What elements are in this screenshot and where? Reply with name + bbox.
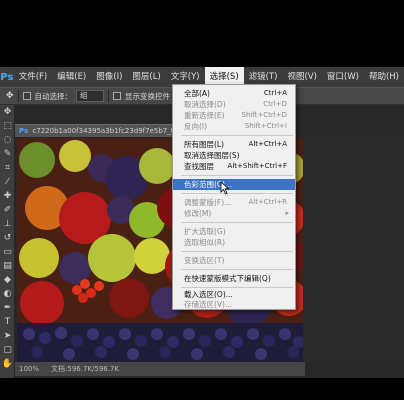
- quick-select-tool-icon[interactable]: ✎: [0, 147, 15, 161]
- path-select-tool-icon[interactable]: ➤: [0, 329, 15, 343]
- menu-item-label: 反向(I): [184, 122, 208, 131]
- menu-item-label: 选取相似(R): [184, 238, 226, 247]
- menu-item-deselect-layers[interactable]: 取消选择图层(S): [173, 150, 295, 161]
- eyedropper-tool-icon[interactable]: ⁄: [0, 175, 15, 189]
- menu-item-label: 变换选区(T): [184, 256, 225, 265]
- menu-item-shortcut: Alt+Ctrl+R: [248, 198, 287, 206]
- show-transform-checkbox[interactable]: [113, 92, 122, 100]
- dodge-tool-icon[interactable]: ◐: [0, 287, 15, 301]
- menu-item-grow[interactable]: 扩大选取(G): [173, 226, 295, 237]
- menu-file[interactable]: 文件(F): [14, 67, 53, 87]
- menu-separator: [181, 193, 293, 194]
- mouse-cursor-icon: [220, 181, 230, 195]
- crop-tool-icon[interactable]: ⌗: [0, 161, 15, 175]
- menu-item-shortcut: Alt+Shift+Ctrl+F: [227, 162, 287, 170]
- menu-item-label: 取消选择图层(S): [184, 151, 240, 160]
- auto-select-checkbox[interactable]: [22, 92, 31, 100]
- menu-item-label: 查找图层: [184, 162, 214, 171]
- menu-item-label: 载入选区(O)...: [184, 290, 233, 299]
- menu-item-label: 在快速蒙版模式下编辑(Q): [184, 274, 271, 283]
- zoom-level[interactable]: 100%: [19, 362, 39, 376]
- menu-layer[interactable]: 图层(L): [127, 67, 165, 87]
- menu-item-transform-selection[interactable]: 变换选区(T): [173, 255, 295, 266]
- menu-help[interactable]: 帮助(H): [364, 67, 404, 87]
- menu-separator: [181, 251, 293, 252]
- blur-tool-icon[interactable]: ◆: [0, 273, 15, 287]
- video-letterbox-top: [0, 0, 404, 67]
- menu-item-similar[interactable]: 选取相似(R): [173, 237, 295, 248]
- menu-separator: [181, 269, 293, 270]
- menu-item-quick-mask[interactable]: 在快速蒙版模式下编辑(Q): [173, 273, 295, 284]
- menu-image[interactable]: 图像(I): [91, 67, 127, 87]
- menu-separator: [181, 175, 293, 176]
- menu-item-color-range[interactable]: 色彩范围(C)...: [173, 179, 295, 190]
- menu-item-reselect[interactable]: 重新选择(E) Shift+Ctrl+D: [173, 110, 295, 121]
- photoshop-logo: Ps: [0, 71, 14, 83]
- pen-tool-icon[interactable]: ✒: [0, 301, 15, 315]
- menu-item-label: 重新选择(E): [184, 111, 225, 120]
- menu-item-label: 存储选区(V)...: [184, 300, 233, 309]
- menu-item-refine-mask[interactable]: 调整蒙版(F)... Alt+Ctrl+R: [173, 197, 295, 208]
- clone-stamp-tool-icon[interactable]: ⊥: [0, 217, 15, 231]
- menu-item-shortcut: Ctrl+D: [263, 100, 287, 108]
- marquee-tool-icon[interactable]: ⬚: [0, 119, 15, 133]
- video-letterbox-bottom: [0, 378, 404, 400]
- move-tool-icon[interactable]: ✥: [0, 105, 15, 119]
- menu-item-shortcut: Ctrl+A: [263, 89, 287, 97]
- menu-separator: [181, 222, 293, 223]
- menu-item-shortcut: Alt+Ctrl+A: [248, 140, 287, 148]
- eraser-tool-icon[interactable]: ▭: [0, 245, 15, 259]
- panel-strip: [303, 138, 404, 362]
- healing-brush-tool-icon[interactable]: ✚: [0, 189, 15, 203]
- menu-item-all[interactable]: 全部(A) Ctrl+A: [173, 88, 295, 99]
- menu-item-shortcut: Shift+Ctrl+I: [244, 122, 287, 130]
- menu-item-shortcut: Shift+Ctrl+D: [241, 111, 288, 119]
- menu-item-find-layers[interactable]: 查找图层 Alt+Shift+Ctrl+F: [173, 161, 295, 172]
- menu-item-all-layers[interactable]: 所有图层(L) Alt+Ctrl+A: [173, 139, 295, 150]
- history-brush-tool-icon[interactable]: ↺: [0, 231, 15, 245]
- gradient-tool-icon[interactable]: ▤: [0, 259, 15, 273]
- shape-tool-icon[interactable]: ▢: [0, 343, 15, 357]
- menu-window[interactable]: 窗口(W): [322, 67, 364, 87]
- divider: [108, 90, 110, 102]
- hand-tool-icon[interactable]: ✋: [0, 357, 15, 371]
- menu-item-inverse[interactable]: 反向(I) Shift+Ctrl+I: [173, 121, 295, 132]
- menu-item-label: 修改(M): [184, 209, 212, 218]
- move-tool-icon[interactable]: ✥: [6, 91, 14, 101]
- auto-select-label: 自动选择：: [34, 91, 73, 101]
- select-menu-dropdown: 全部(A) Ctrl+A 取消选择(D) Ctrl+D 重新选择(E) Shif…: [172, 84, 296, 310]
- menu-separator: [181, 287, 293, 288]
- menu-item-save-selection[interactable]: 存储选区(V)...: [173, 299, 295, 310]
- menu-separator: [181, 135, 293, 136]
- menu-item-deselect[interactable]: 取消选择(D) Ctrl+D: [173, 99, 295, 110]
- menu-item-label: 全部(A): [184, 89, 210, 98]
- menu-item-label: 所有图层(L): [184, 140, 225, 149]
- document-ps-icon: Ps: [19, 127, 29, 135]
- menu-item-label: 扩大选取(G): [184, 227, 226, 236]
- menu-item-label: 取消选择(D): [184, 100, 226, 109]
- menu-item-modify[interactable]: 修改(M) ▸: [173, 208, 295, 219]
- auto-select-dropdown[interactable]: 组: [76, 90, 105, 102]
- document-size: 文档:596.7K/596.7K: [51, 365, 119, 373]
- brush-tool-icon[interactable]: ✐: [0, 203, 15, 217]
- menu-edit[interactable]: 编辑(E): [52, 67, 91, 87]
- status-bar: 100% 文档:596.7K/596.7K: [15, 362, 305, 376]
- submenu-arrow-icon: ▸: [285, 209, 289, 217]
- tools-panel: ✥ ⬚ ◌ ✎ ⌗ ⁄ ✚ ✐ ⊥ ↺ ▭ ▤ ◆ ◐ ✒ T ➤ ▢ ✋: [0, 105, 15, 378]
- lasso-tool-icon[interactable]: ◌: [0, 133, 15, 147]
- divider: [17, 90, 19, 102]
- type-tool-icon[interactable]: T: [0, 315, 15, 329]
- menu-item-label: 调整蒙版(F)...: [184, 198, 232, 207]
- show-transform-label: 显示变换控件: [125, 91, 171, 101]
